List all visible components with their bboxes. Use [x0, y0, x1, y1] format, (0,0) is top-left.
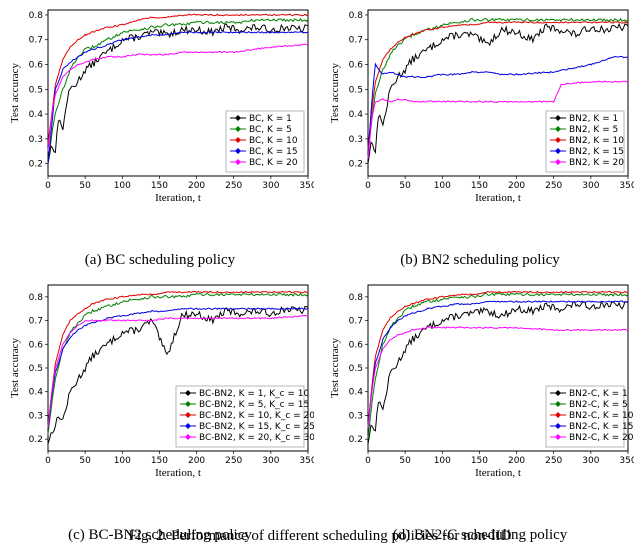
y-tick: 0.6: [29, 61, 44, 71]
panel-c: 0 50 100 150 200 250 300 350 0.2 0.3 0.4 0.5 0.6 0.7 0…: [0, 275, 320, 525]
legend-entry: BN2, K = 20: [569, 158, 624, 168]
x-tick: 350: [299, 456, 314, 466]
y-axis-label: Test accuracy: [329, 63, 341, 123]
x-tick: 50: [399, 181, 411, 191]
caption-b: (b) BN2 scheduling policy: [320, 250, 640, 275]
legend-entry: BN2-C, K = 10: [569, 411, 634, 421]
y-tick: 0.8: [349, 293, 364, 303]
x-tick: 250: [225, 181, 242, 191]
x-tick: 300: [582, 456, 599, 466]
y-tick: 0.2: [29, 160, 43, 170]
legend-entry: BN2, K = 10: [569, 136, 624, 146]
legend-entry: BC-BN2, K = 15, K_c = 25: [199, 422, 314, 432]
y-tick: 0.3: [29, 411, 43, 421]
legend-entry: BC, K = 20: [249, 158, 298, 168]
x-tick: 300: [262, 181, 279, 191]
x-axis-label: Iteration, t: [475, 192, 521, 204]
legend-entry: BN2, K = 1: [569, 114, 618, 124]
legend-entry: BN2, K = 5: [569, 125, 618, 135]
legend-entry: BC-BN2, K = 1, K_c = 10: [199, 389, 310, 399]
x-tick: 300: [582, 181, 599, 191]
panel-d: 0 50 100 150 200 250 300 350 0.2 0.3 0.4 0.5 0.6 0.7 0…: [320, 275, 640, 525]
legend-entry: BC-BN2, K = 20, K_c = 30: [199, 433, 314, 443]
y-tick: 0.3: [349, 135, 363, 145]
x-tick: 250: [225, 456, 242, 466]
x-tick: 250: [545, 181, 562, 191]
x-tick: 200: [188, 456, 205, 466]
x-tick: 50: [79, 181, 91, 191]
y-tick: 0.7: [29, 36, 43, 46]
y-tick: 0.3: [29, 135, 43, 145]
legend-entry: BC, K = 10: [249, 136, 298, 146]
x-tick: 100: [434, 181, 451, 191]
y-tick: 0.7: [349, 36, 363, 46]
x-tick: 150: [471, 456, 488, 466]
legend-entry: BN2-C, K = 15: [569, 422, 634, 432]
x-tick: 150: [151, 456, 168, 466]
x-tick: 100: [114, 456, 131, 466]
y-tick: 0.2: [349, 160, 363, 170]
x-tick: 50: [79, 456, 91, 466]
legend-entry: BC, K = 15: [249, 147, 298, 157]
y-axis-label: Test accuracy: [9, 338, 21, 398]
x-tick: 100: [114, 181, 131, 191]
x-tick: 100: [434, 456, 451, 466]
legend-entry: BC, K = 1: [249, 114, 292, 124]
x-tick: 0: [365, 456, 371, 466]
x-tick: 250: [545, 456, 562, 466]
legend-entry: BC, K = 5: [249, 125, 292, 135]
y-tick: 0.4: [29, 388, 44, 398]
x-tick: 200: [508, 456, 525, 466]
caption-a: (a) BC scheduling policy: [0, 250, 320, 275]
x-tick: 200: [508, 181, 525, 191]
x-tick: 0: [365, 181, 371, 191]
legend-entry: BN2-C, K = 1: [569, 389, 628, 399]
y-tick: 0.2: [29, 435, 43, 445]
y-tick: 0.7: [29, 317, 43, 327]
y-tick: 0.6: [349, 340, 364, 350]
y-tick: 0.3: [349, 411, 363, 421]
y-tick: 0.4: [349, 388, 364, 398]
panel-a: 0 50 100 150 200 250 300 350 0.2 0.3 0.4 0.5 0.6 0.7 0…: [0, 0, 320, 250]
x-tick: 150: [151, 181, 168, 191]
x-tick: 0: [45, 181, 51, 191]
x-tick: 350: [299, 181, 314, 191]
x-axis-label: Iteration, t: [155, 192, 201, 204]
y-tick: 0.8: [29, 11, 44, 21]
y-tick: 0.5: [29, 85, 43, 95]
y-tick: 0.5: [349, 85, 363, 95]
y-tick: 0.4: [349, 110, 364, 120]
x-tick: 350: [619, 456, 634, 466]
y-axis-label: Test accuracy: [329, 338, 341, 398]
chart-grid: 0 50 100 150 200 250 300 350 0.2 0.3 0.4 0.5 0.6 0.7 0…: [0, 0, 640, 550]
y-tick: 0.5: [349, 364, 363, 374]
y-tick: 0.8: [349, 11, 364, 21]
legend-entry: BC-BN2, K = 10, K_c = 20: [199, 411, 314, 421]
y-tick: 0.6: [349, 61, 364, 71]
x-tick: 50: [399, 456, 411, 466]
figure-footer: Fig. 2. Performance of different schedul…: [0, 528, 640, 545]
legend-entry: BN2, K = 15: [569, 147, 624, 157]
y-tick: 0.6: [29, 340, 44, 350]
x-tick: 350: [619, 181, 634, 191]
legend-entry: BN2-C, K = 5: [569, 400, 628, 410]
legend-entry: BN2-C, K = 20: [569, 433, 634, 443]
y-tick: 0.2: [349, 435, 363, 445]
x-axis-label: Iteration, t: [475, 467, 521, 479]
y-tick: 0.4: [29, 110, 44, 120]
x-tick: 0: [45, 456, 51, 466]
y-tick: 0.5: [29, 364, 43, 374]
panel-b: 0 50 100 150 200 250 300 350 0.2 0.3 0.4 0.5 0.6 0.7 0…: [320, 0, 640, 250]
y-tick: 0.8: [29, 293, 44, 303]
legend-entry: BC-BN2, K = 5, K_c = 15: [199, 400, 309, 410]
x-axis-label: Iteration, t: [155, 467, 201, 479]
x-tick: 200: [188, 181, 205, 191]
x-tick: 300: [262, 456, 279, 466]
y-axis-label: Test accuracy: [9, 63, 21, 123]
x-tick: 150: [471, 181, 488, 191]
y-tick: 0.7: [349, 317, 363, 327]
